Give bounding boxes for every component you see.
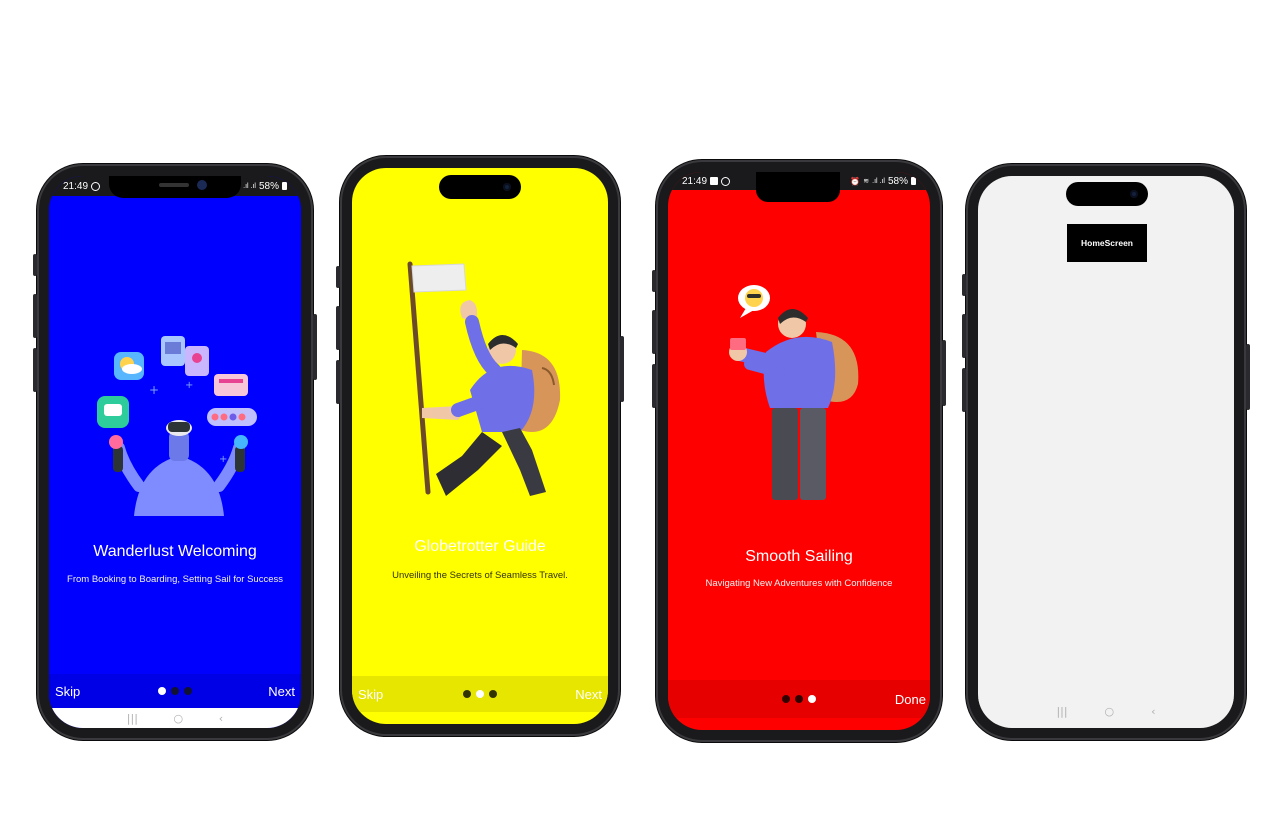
- svg-text:+: +: [185, 380, 193, 391]
- phone-4: HomeScreen ||| ○ ‹: [962, 164, 1250, 740]
- back-icon[interactable]: ‹: [219, 712, 223, 725]
- svg-text:+: +: [149, 383, 159, 397]
- dynamic-island: [439, 175, 521, 199]
- whatsapp-icon: [91, 181, 101, 191]
- alarm-icon: ⏰: [850, 176, 861, 186]
- onboarding-subtitle: From Booking to Boarding, Setting Sail f…: [67, 574, 283, 585]
- page-indicator: [463, 690, 497, 698]
- onboarding-screen-2: Globetrotter Guide Unveiling the Secrets…: [352, 168, 608, 724]
- system-nav-bar: ||| ○ ‹: [49, 708, 301, 728]
- onboarding-subtitle: Unveiling the Secrets of Seamless Travel…: [392, 570, 568, 581]
- recent-apps-icon[interactable]: |||: [127, 712, 138, 725]
- next-button[interactable]: Next: [575, 687, 602, 702]
- traveler-phone-illustration: [729, 285, 859, 500]
- onboarding-controls: Done: [668, 680, 930, 718]
- page-dot-1[interactable]: [463, 690, 471, 698]
- recent-apps-icon[interactable]: |||: [1056, 705, 1067, 718]
- skip-button[interactable]: Skip: [358, 687, 383, 702]
- skip-button[interactable]: Skip: [55, 684, 80, 699]
- page-dot-3[interactable]: [184, 687, 192, 695]
- battery-icon: [911, 177, 916, 185]
- vr-apps-illustration: + + +: [97, 336, 257, 516]
- page-dot-1[interactable]: [782, 695, 790, 703]
- onboarding-title: Wanderlust Welcoming: [93, 543, 257, 560]
- phone-1: 21:49 .ıl .ıl 58% + + + Wanderlust Welco…: [33, 164, 317, 740]
- page-dot-3[interactable]: [489, 690, 497, 698]
- onboarding-title: Globetrotter Guide: [414, 538, 546, 555]
- onboarding-screen-1: 21:49 .ıl .ıl 58% + + + Wanderlust Welco…: [49, 176, 301, 728]
- page-dot-2[interactable]: [795, 695, 803, 703]
- onboarding-screen-3: 21:49 ⏰ ≋ .ıl .ıl 58% Smooth Sailing Nav…: [668, 172, 930, 730]
- page-indicator: [782, 695, 816, 703]
- hiker-flag-illustration: [407, 261, 561, 496]
- signal-icon: .ıl .ıl: [243, 182, 256, 190]
- back-icon[interactable]: ‹: [1151, 705, 1155, 718]
- page-dot-2[interactable]: [476, 690, 484, 698]
- onboarding-subtitle: Navigating New Adventures with Confidenc…: [705, 578, 893, 589]
- home-screen-label: HomeScreen: [1067, 224, 1147, 262]
- done-button[interactable]: Done: [895, 692, 926, 707]
- system-nav-bar: ||| ○ ‹: [978, 698, 1234, 724]
- status-time: 21:49: [682, 175, 708, 187]
- battery-level: 58%: [887, 175, 908, 187]
- wifi-icon: ≋: [863, 178, 870, 185]
- page-dot-1[interactable]: [158, 687, 166, 695]
- home-icon[interactable]: ○: [174, 712, 184, 725]
- next-button[interactable]: Next: [268, 684, 295, 699]
- dynamic-island: [1066, 182, 1148, 206]
- page-dot-3[interactable]: [808, 695, 816, 703]
- notch: [109, 176, 241, 198]
- page-indicator: [158, 687, 192, 695]
- gallery-icon: [710, 177, 719, 185]
- notch: [756, 172, 840, 202]
- phone-2: Globetrotter Guide Unveiling the Secrets…: [336, 156, 624, 736]
- onboarding-title: Smooth Sailing: [745, 548, 853, 565]
- battery-level: 58%: [258, 180, 279, 192]
- status-time: 21:49: [63, 180, 89, 192]
- home-screen: HomeScreen ||| ○ ‹: [978, 176, 1234, 728]
- page-dot-2[interactable]: [171, 687, 179, 695]
- onboarding-controls: Skip Next: [352, 676, 608, 712]
- onboarding-controls: Skip Next: [49, 674, 301, 708]
- svg-text:+: +: [219, 454, 227, 465]
- home-icon[interactable]: ○: [1105, 705, 1115, 718]
- whatsapp-icon: [721, 176, 731, 186]
- signal-icon: .ıl .ıl: [872, 177, 885, 185]
- phone-3: 21:49 ⏰ ≋ .ıl .ıl 58% Smooth Sailing Nav…: [652, 160, 946, 742]
- battery-icon: [282, 182, 287, 190]
